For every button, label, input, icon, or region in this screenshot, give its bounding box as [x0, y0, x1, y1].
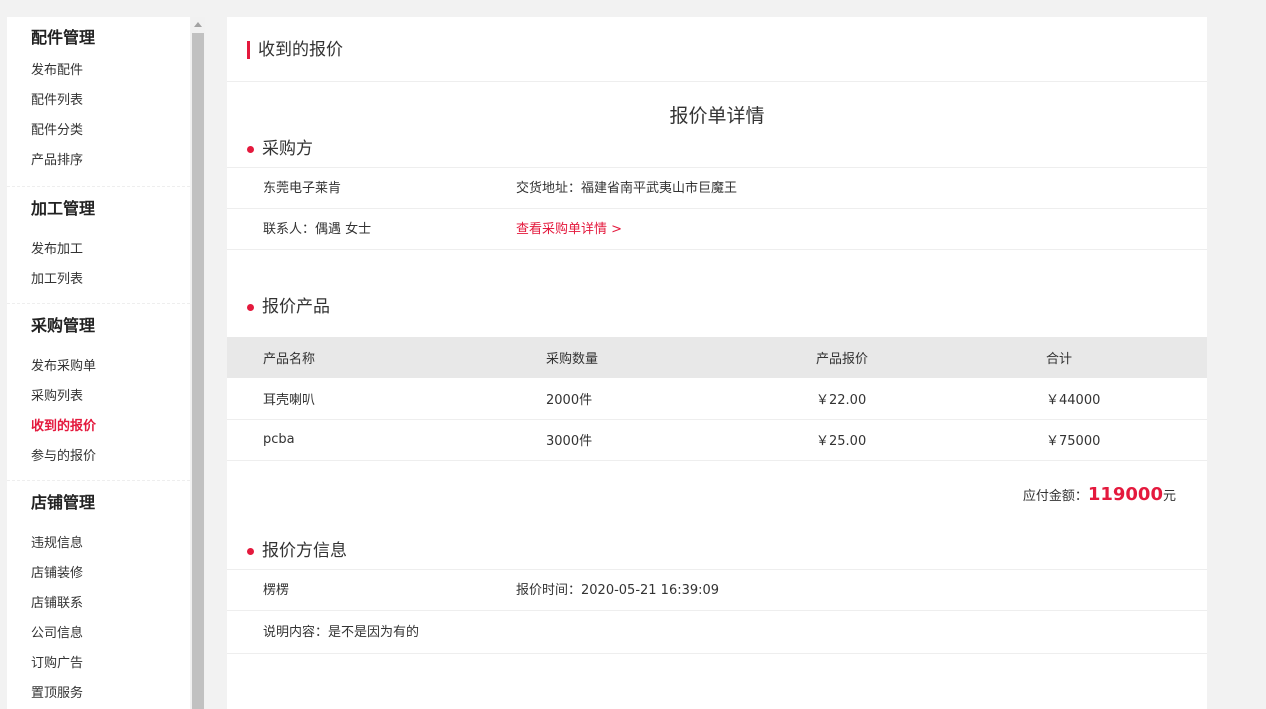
- sidebar-group-shop: 店铺管理 违规信息 店铺装修 店铺联系 公司信息 订购广告 置顶服务: [7, 481, 190, 709]
- main-panel: 收到的报价 报价单详情 采购方 东莞电子莱肯 交货地址：福建省南平武夷山市巨魔王…: [227, 17, 1207, 709]
- bullet-dot-icon: [247, 547, 254, 555]
- section-label: 报价方信息: [262, 540, 347, 561]
- quoter-row-1: 楞楞 报价时间：2020-05-21 16:39:09: [227, 570, 1207, 611]
- sidebar-item-parts-list[interactable]: 配件列表: [7, 86, 190, 116]
- sidebar-group-purchase: 采购管理 发布采购单 采购列表 收到的报价 参与的报价: [7, 304, 190, 481]
- section-products: 报价产品: [227, 289, 1207, 325]
- buyer-row-2: 联系人：偶遇 女士 查看采购单详情 >: [227, 209, 1207, 250]
- column-header-total: 合计: [1046, 337, 1207, 378]
- sidebar-item-parts-category[interactable]: 配件分类: [7, 116, 190, 146]
- sidebar-item-violations[interactable]: 违规信息: [7, 529, 190, 559]
- section-quoter: 报价方信息: [227, 533, 1207, 569]
- quote-description: 说明内容：是不是因为有的: [263, 624, 420, 640]
- products-table: 产品名称 采购数量 产品报价 合计 耳壳喇叭 2000件 ￥22.00 ￥440…: [227, 337, 1207, 461]
- column-header-name: 产品名称: [227, 337, 546, 378]
- sidebar-item-received-quotes[interactable]: 收到的报价: [7, 412, 190, 442]
- total-amount: 119000: [1087, 483, 1163, 505]
- view-purchase-detail-link[interactable]: 查看采购单详情 >: [516, 209, 622, 250]
- sidebar-item-publish-purchase[interactable]: 发布采购单: [7, 352, 190, 382]
- sidebar-item-publish-parts[interactable]: 发布配件: [7, 56, 190, 86]
- table-header-row: 产品名称 采购数量 产品报价 合计: [227, 337, 1207, 378]
- quote-time: 报价时间：2020-05-21 16:39:09: [516, 582, 720, 598]
- section-buyer: 采购方: [227, 131, 1207, 167]
- sidebar-item-product-sort[interactable]: 产品排序: [7, 146, 190, 176]
- total-unit: 元: [1162, 488, 1176, 504]
- buyer-company: 东莞电子莱肯: [263, 181, 342, 196]
- sidebar-group-title: 店铺管理: [31, 493, 96, 512]
- sidebar-group-title: 采购管理: [31, 316, 96, 335]
- total-amount-block: 应付金额：119000元: [1023, 483, 1176, 509]
- cell-qty: 2000件: [546, 378, 816, 420]
- sidebar-item-joined-quotes[interactable]: 参与的报价: [7, 442, 190, 472]
- quoter-name: 楞楞: [263, 582, 290, 598]
- cell-price: ￥22.00: [816, 378, 1046, 420]
- title-accent-bar: [247, 41, 250, 59]
- cell-product-name: 耳壳喇叭: [227, 378, 546, 420]
- scroll-up-arrow-icon[interactable]: [194, 22, 202, 27]
- column-header-qty: 采购数量: [546, 337, 816, 378]
- sidebar-group-title: 加工管理: [31, 199, 96, 218]
- page-title: 收到的报价: [258, 40, 343, 60]
- quoter-row-2: 说明内容：是不是因为有的: [227, 611, 1207, 654]
- sidebar-group-title: 配件管理: [31, 28, 96, 47]
- sidebar-item-company-info[interactable]: 公司信息: [7, 619, 190, 649]
- bullet-dot-icon: [247, 146, 254, 153]
- total-label: 应付金额：: [1022, 488, 1088, 504]
- scroll-thumb[interactable]: [192, 33, 204, 709]
- sidebar-item-publish-processing[interactable]: 发布加工: [7, 235, 190, 265]
- column-header-price: 产品报价: [816, 337, 1046, 378]
- cell-total: ￥75000: [1046, 419, 1207, 461]
- total-row: 应付金额：119000元: [227, 461, 1207, 529]
- sidebar-item-shop-decoration[interactable]: 店铺装修: [7, 559, 190, 589]
- buyer-row-1: 东莞电子莱肯 交货地址：福建省南平武夷山市巨魔王: [227, 168, 1207, 209]
- section-label: 报价产品: [262, 297, 330, 317]
- page-header: 收到的报价: [227, 17, 1207, 82]
- cell-price: ￥25.00: [816, 419, 1046, 461]
- cell-qty: 3000件: [546, 419, 816, 461]
- cell-product-name: pcba: [227, 419, 546, 461]
- sidebar-item-processing-list[interactable]: 加工列表: [7, 265, 190, 295]
- sidebar-group-parts: 配件管理 发布配件 配件列表 配件分类 产品排序: [7, 17, 190, 187]
- buyer-address: 交货地址：福建省南平武夷山市巨魔王: [516, 181, 738, 196]
- sidebar-group-processing: 加工管理 发布加工 加工列表: [7, 187, 190, 304]
- table-row: 耳壳喇叭 2000件 ￥22.00 ￥44000: [227, 378, 1207, 420]
- section-label: 采购方: [262, 139, 313, 159]
- table-row: pcba 3000件 ￥25.00 ￥75000: [227, 419, 1207, 461]
- detail-title: 报价单详情: [669, 105, 765, 127]
- sidebar-scrollbar[interactable]: [191, 17, 205, 709]
- buyer-contact: 联系人：偶遇 女士: [263, 222, 372, 237]
- sidebar-item-top-service[interactable]: 置顶服务: [7, 679, 190, 709]
- sidebar-item-purchase-list[interactable]: 采购列表: [7, 382, 190, 412]
- bullet-dot-icon: [247, 304, 254, 311]
- cell-total: ￥44000: [1046, 378, 1207, 420]
- sidebar: 配件管理 发布配件 配件列表 配件分类 产品排序 加工管理 发布加工 加工列表 …: [7, 17, 190, 709]
- sidebar-item-shop-contact[interactable]: 店铺联系: [7, 589, 190, 619]
- sidebar-item-order-ads[interactable]: 订购广告: [7, 649, 190, 679]
